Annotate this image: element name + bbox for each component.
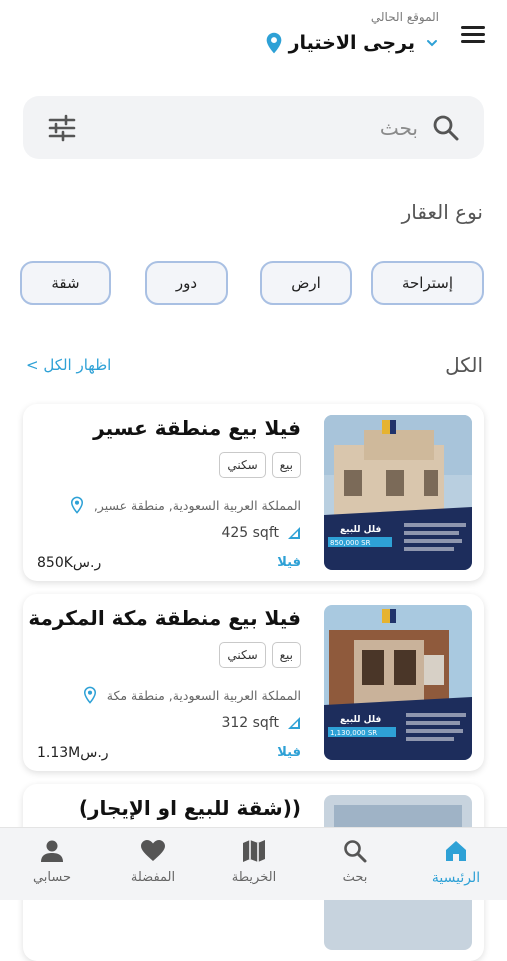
- listing-address: المملكة العربية السعودية, منطقة عسير,: [70, 496, 301, 514]
- banner-price: 850,000 SR: [330, 539, 371, 547]
- location-selector[interactable]: يرجى الاختيار: [265, 32, 439, 54]
- listing-title: فيلا بيع منطقة مكة المكرمة: [28, 606, 301, 630]
- listing-tags: بيع سكني: [219, 642, 301, 668]
- location-pin-icon: [83, 686, 96, 704]
- listing-address: المملكة العربية السعودية, منطقة مكة: [83, 686, 301, 704]
- banner-price: 1,130,000 SR: [330, 729, 377, 737]
- listing-area: 312 sqft: [221, 715, 301, 731]
- location-caption: الموقع الحالي: [370, 10, 439, 24]
- tag-sale: بيع: [271, 452, 301, 478]
- hamburger-icon[interactable]: [461, 26, 485, 46]
- filter-sliders-icon[interactable]: [47, 113, 77, 143]
- search-icon: [433, 115, 459, 140]
- person-icon: [41, 840, 63, 862]
- tag-residential: سكني: [219, 642, 266, 668]
- listing-title: ((شقة للبيع او الإيجار): [78, 796, 301, 820]
- heart-icon: [141, 840, 165, 861]
- listing-image: فلل للبيع 1,130,000 SR: [324, 605, 472, 760]
- nav-favorites[interactable]: المفضلة: [113, 838, 193, 885]
- listings-heading: الكل: [445, 353, 483, 377]
- ruler-icon: [288, 717, 300, 729]
- listing-tags: بيع سكني: [219, 452, 301, 478]
- property-type-chips: إستراحة ارض دور شقة: [20, 261, 485, 305]
- location-pin-icon: [266, 32, 281, 54]
- chevron-down-icon: [427, 40, 437, 47]
- ruler-icon: [288, 527, 300, 539]
- listing-type: فيلا: [277, 745, 301, 760]
- banner-text: فلل للبيع: [340, 715, 381, 725]
- listing-image: فلل للبيع 850,000 SR: [324, 415, 472, 570]
- nav-map[interactable]: الخريطة: [214, 838, 294, 885]
- chip-floor[interactable]: دور: [145, 261, 228, 305]
- listing-price: 850Kر.س: [37, 555, 102, 571]
- search-icon: [344, 840, 367, 863]
- search-bar[interactable]: بحث: [23, 96, 484, 159]
- listing-type: فيلا: [277, 555, 301, 570]
- chip-apartment[interactable]: شقة: [20, 261, 111, 305]
- app-header: الموقع الحالي يرجى الاختيار: [0, 0, 507, 80]
- tag-sale: بيع: [271, 642, 301, 668]
- show-all-link[interactable]: اظهار الكل >: [26, 356, 111, 374]
- listing-area: 425 sqft: [221, 525, 301, 541]
- listing-card[interactable]: فلل للبيع 1,130,000 SR فيلا بيع منطقة مك…: [23, 594, 484, 771]
- nav-home[interactable]: الرئيسية: [416, 838, 496, 886]
- chip-land[interactable]: ارض: [260, 261, 352, 305]
- map-icon: [243, 840, 265, 862]
- nav-search[interactable]: بحث: [315, 838, 395, 885]
- listing-title: فيلا بيع منطقة عسير: [93, 416, 301, 440]
- home-icon: [446, 841, 466, 861]
- banner-text: فلل للبيع: [340, 525, 381, 535]
- property-type-heading: نوع العقار: [401, 200, 483, 224]
- bottom-navigation: الرئيسية بحث الخريطة المفضلة حسابي: [0, 827, 507, 900]
- listing-price: 1.13Mر.س: [37, 745, 109, 761]
- tag-residential: سكني: [219, 452, 266, 478]
- chip-rest-house[interactable]: إستراحة: [371, 261, 484, 305]
- search-input[interactable]: بحث: [380, 116, 418, 140]
- listing-card[interactable]: فلل للبيع 850,000 SR فيلا بيع منطقة عسير…: [23, 404, 484, 581]
- nav-account[interactable]: حسابي: [12, 838, 92, 885]
- location-value: يرجى الاختيار: [288, 32, 415, 54]
- location-pin-icon: [70, 496, 83, 514]
